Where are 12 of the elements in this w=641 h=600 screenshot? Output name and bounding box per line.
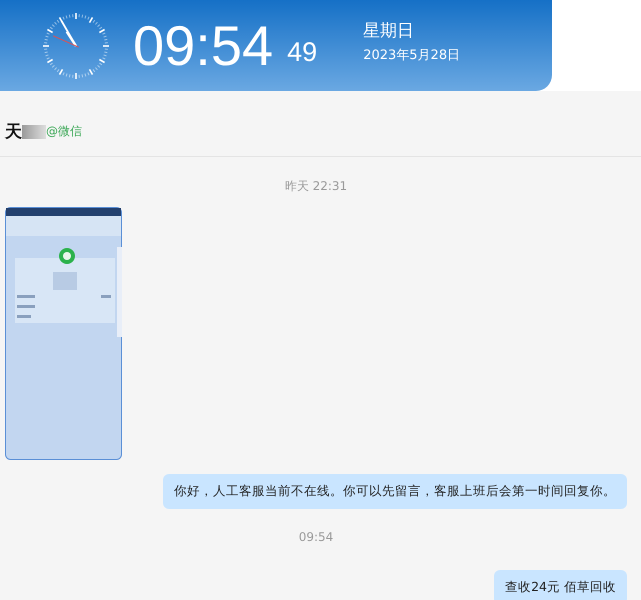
clock-icon: [41, 10, 111, 80]
weekday-label: 星期日: [363, 20, 416, 42]
message-bubble: 你好，人工客服当前不在线。你可以先留言，客服上班后会第一时间回复你。: [163, 474, 627, 509]
blurred-name: [22, 124, 46, 138]
clock-seconds: 49: [287, 37, 318, 68]
contact-name: 天: [5, 121, 22, 143]
clock-time: 09:54: [133, 18, 274, 74]
date-label: 2023年5月28日: [363, 47, 460, 64]
contact-source: @微信: [46, 123, 82, 140]
message-bubble: 查收24元 佰草回收: [494, 570, 627, 600]
message-time: 09:54: [298, 530, 334, 544]
message-time: 昨天 22:31: [284, 178, 348, 195]
